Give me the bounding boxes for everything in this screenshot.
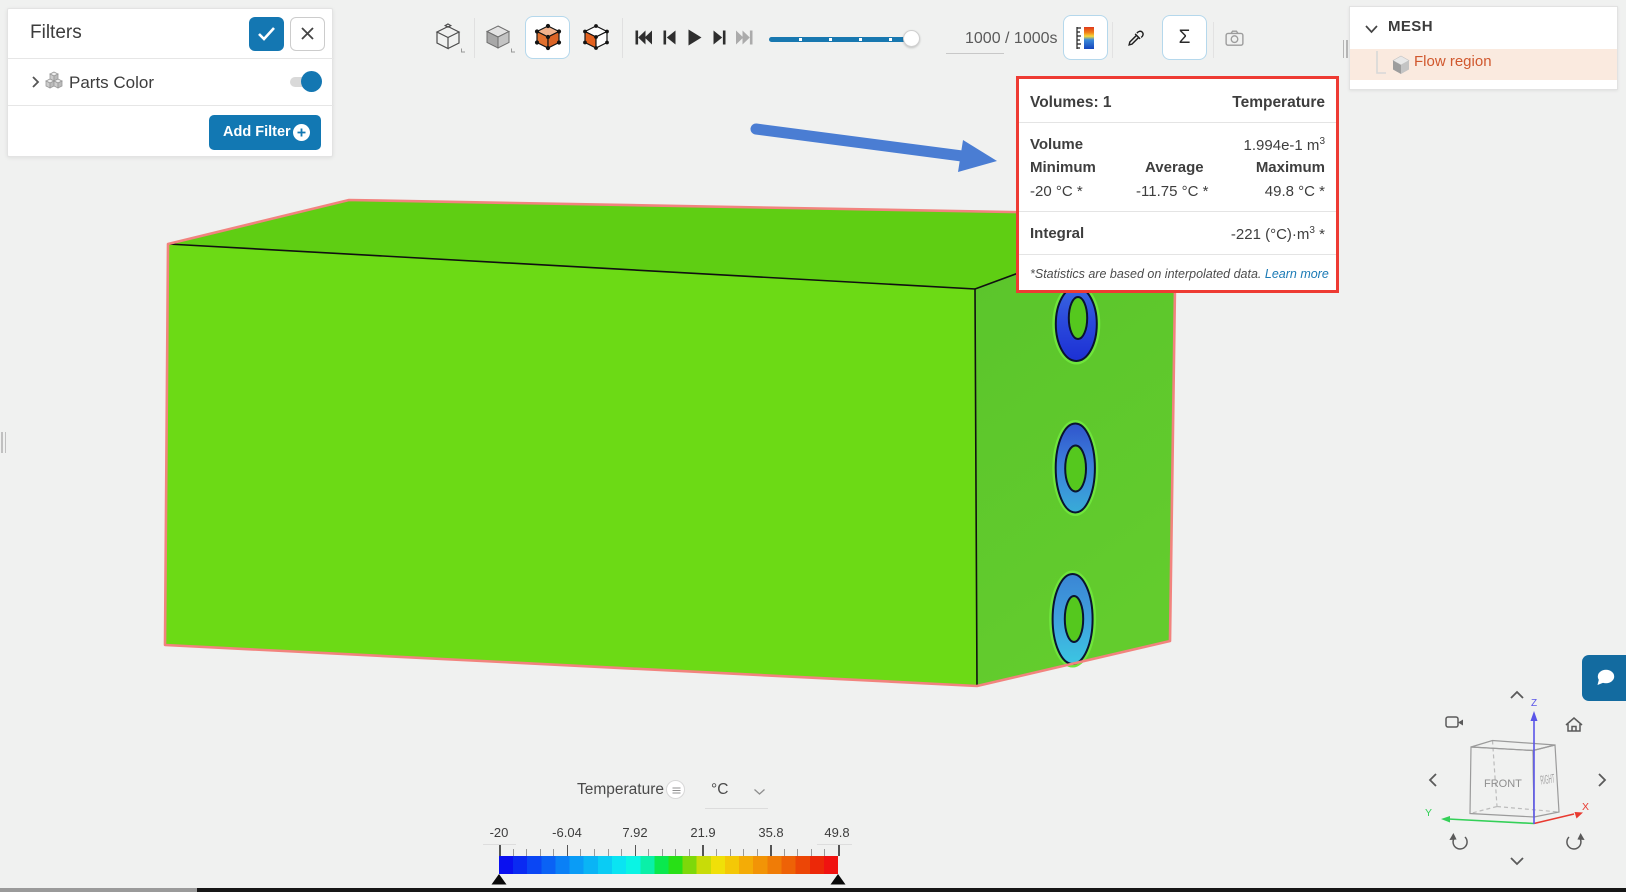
svg-text:RIGHT: RIGHT — [1540, 772, 1556, 788]
svg-text:X: X — [1582, 801, 1589, 813]
svg-text:Y: Y — [1425, 807, 1432, 819]
svg-text:FRONT: FRONT — [1484, 778, 1522, 790]
svg-text:Z: Z — [1531, 698, 1537, 709]
